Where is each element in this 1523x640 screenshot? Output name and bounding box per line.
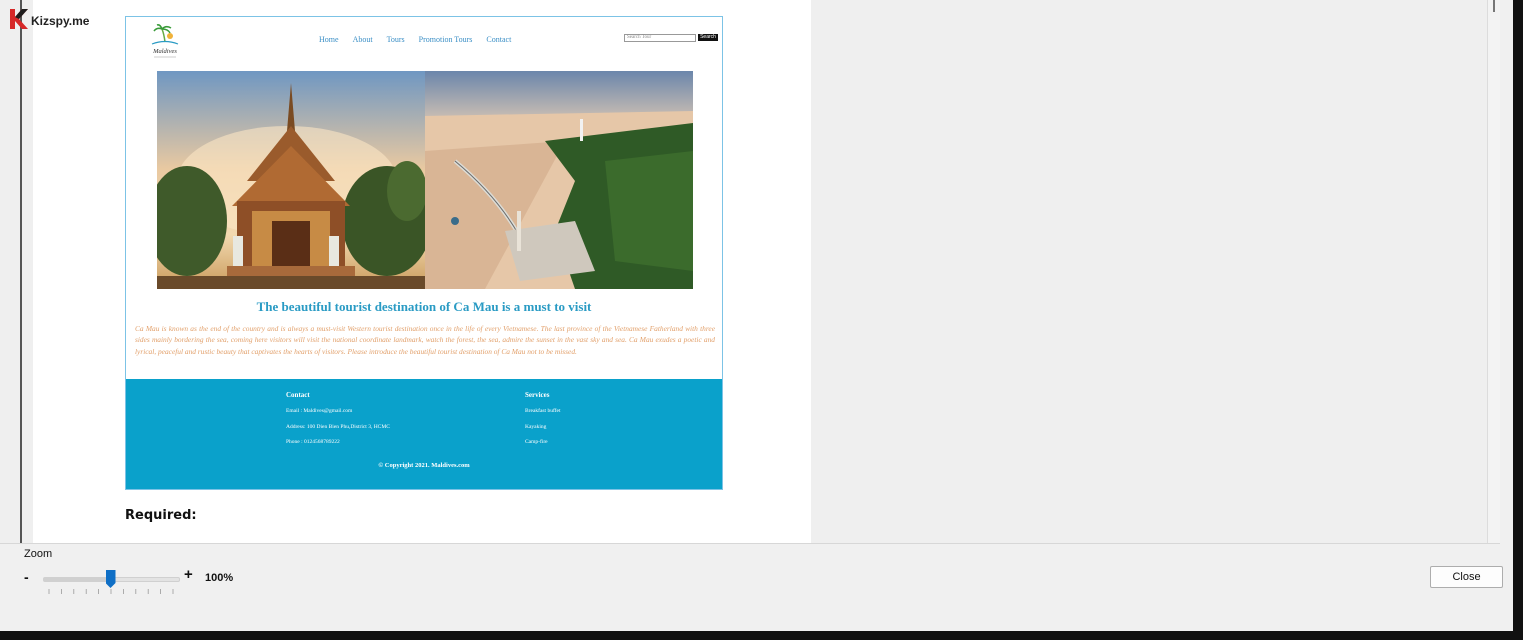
site-footer: Contact Email : Maldives@gmail.com Addre… xyxy=(126,379,722,489)
footer-contact: Contact Email : Maldives@gmail.com Addre… xyxy=(286,391,390,455)
search-input[interactable]: Search Tour xyxy=(624,34,696,42)
zoom-slider-thumb[interactable] xyxy=(105,570,116,588)
viewer-background xyxy=(811,0,1487,543)
vertical-scrollbar[interactable] xyxy=(1487,0,1501,543)
zoom-out-button[interactable]: - xyxy=(24,569,29,585)
temple-photo xyxy=(157,71,425,289)
kizspy-k-logo-icon xyxy=(10,9,28,29)
ca-mau-cape-photo xyxy=(425,71,693,289)
logo-text: Maldives xyxy=(152,48,177,55)
zoom-value: 100% xyxy=(205,572,234,584)
footer-services: Services Breakfast buffet Kayaking Camp-… xyxy=(525,391,560,455)
footer-email: Email : Maldives@gmail.com xyxy=(286,408,353,414)
zoom-label: Zoom xyxy=(24,548,53,560)
screen-edge xyxy=(0,631,1523,640)
footer-service-item: Kayaking xyxy=(525,423,547,430)
footer-service-item: Camp-fire xyxy=(525,439,548,445)
site-header: Maldives Home About Tours Promotion Tour… xyxy=(126,17,722,69)
scrollbar-thumb[interactable] xyxy=(1493,0,1495,12)
maldives-logo-icon: Maldives xyxy=(151,24,179,58)
zoom-slider-ticks xyxy=(48,589,174,594)
website-screenshot: Maldives Home About Tours Promotion Tour… xyxy=(125,16,723,490)
zoom-slider-fill xyxy=(44,578,112,581)
site-title: The beautiful tourist destination of Ca … xyxy=(256,299,592,314)
window-edge xyxy=(1500,0,1513,631)
search-button[interactable]: Search xyxy=(698,34,718,41)
divider xyxy=(0,543,1500,544)
zoom-in-button[interactable]: + xyxy=(184,566,193,583)
watermark-text: Kizspy.me xyxy=(31,14,90,28)
site-paragraph: Ca Mau is known as the end of the countr… xyxy=(135,324,715,356)
nav-contact[interactable]: Contact xyxy=(486,35,511,44)
footer-service-item: Breakfast buffet xyxy=(525,408,561,414)
viewer-left-border xyxy=(20,0,22,543)
watermark: Kizspy.me xyxy=(8,8,89,30)
required-heading: Required: xyxy=(125,508,197,523)
footer-services-heading: Services xyxy=(525,391,550,399)
hero-images xyxy=(157,71,693,289)
footer-address: Address: 100 Dien Bien Phu,District 3, H… xyxy=(286,423,390,430)
nav-home[interactable]: Home xyxy=(319,35,339,44)
nav-tours[interactable]: Tours xyxy=(387,35,405,44)
footer-contact-heading: Contact xyxy=(286,391,310,399)
screen-edge xyxy=(1513,0,1523,640)
site-search: Search Tour Search xyxy=(624,34,718,42)
site-nav: Home About Tours Promotion Tours Contact xyxy=(319,35,511,44)
nav-about[interactable]: About xyxy=(353,35,373,44)
footer-phone: Phone : 0124568789222 xyxy=(286,439,340,445)
close-button[interactable]: Close xyxy=(1430,566,1503,588)
footer-copyright: © Copyright 2021. Maldives.com xyxy=(378,462,470,469)
nav-promotion-tours[interactable]: Promotion Tours xyxy=(419,35,473,44)
